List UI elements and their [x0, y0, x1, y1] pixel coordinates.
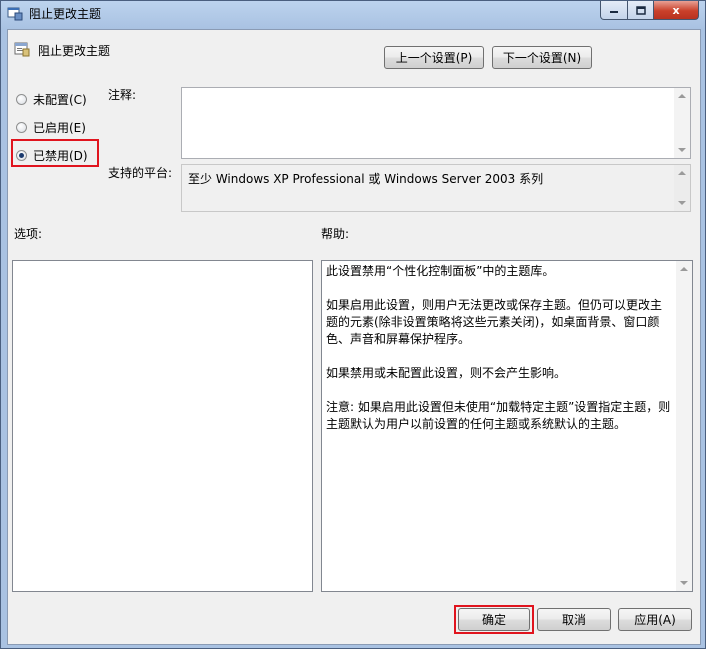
dialog-client-area: 阻止更改主题 上一个设置(P) 下一个设置(N) 未配置(C) 已启用(E) 已…: [7, 29, 701, 645]
platform-value: 至少 Windows XP Professional 或 Windows Ser…: [188, 172, 544, 186]
cancel-button[interactable]: 取消: [537, 608, 611, 631]
radio-circle[interactable]: [16, 94, 27, 105]
help-paragraph: 注意: 如果启用此设置但未使用“加载特定主题”设置指定主题，则主题默认为用户以前…: [326, 400, 671, 431]
platform-scrollbar[interactable]: [674, 165, 690, 211]
help-paragraph: 此设置禁用“个性化控制面板”中的主题库。: [326, 264, 555, 278]
radio-label: 已启用(E): [33, 121, 86, 135]
help-pane: 此设置禁用“个性化控制面板”中的主题库。 如果启用此设置，则用户无法更改或保存主…: [321, 260, 693, 592]
scroll-down-arrow-icon[interactable]: [678, 148, 686, 152]
radio-enabled[interactable]: 已启用(E): [16, 119, 86, 136]
highlight-box-disabled: [11, 139, 99, 167]
radio-not-configured[interactable]: 未配置(C): [16, 91, 87, 108]
help-label: 帮助:: [321, 227, 350, 241]
scroll-down-arrow-icon[interactable]: [680, 581, 688, 585]
comment-textarea[interactable]: [181, 87, 691, 159]
help-paragraph: 如果禁用或未配置此设置，则不会产生影响。: [326, 366, 567, 380]
policy-settings-icon: [7, 7, 23, 21]
help-text: 此设置禁用“个性化控制面板”中的主题库。 如果启用此设置，则用户无法更改或保存主…: [326, 263, 672, 450]
apply-button[interactable]: 应用(A): [618, 608, 692, 631]
scroll-up-arrow-icon[interactable]: [680, 267, 688, 271]
scroll-up-arrow-icon[interactable]: [678, 94, 686, 98]
minimize-button[interactable]: [600, 1, 628, 20]
scroll-down-arrow-icon[interactable]: [678, 201, 686, 205]
maximize-icon: [635, 5, 646, 15]
help-paragraph: 如果启用此设置，则用户无法更改或保存主题。但仍可以更改主题的元素(除非设置策略将…: [326, 298, 663, 346]
next-setting-button[interactable]: 下一个设置(N): [492, 46, 592, 69]
options-label: 选项:: [14, 227, 43, 241]
highlight-box-ok: [454, 605, 534, 634]
maximize-button[interactable]: [628, 1, 654, 20]
caption-buttons: x: [600, 1, 699, 21]
title-bar[interactable]: 阻止更改主题 x: [1, 1, 705, 25]
previous-setting-button[interactable]: 上一个设置(P): [384, 46, 484, 69]
radio-circle[interactable]: [16, 122, 27, 133]
platform-label: 支持的平台:: [108, 166, 173, 180]
policy-icon: [14, 42, 30, 57]
comment-label: 注释:: [108, 88, 137, 102]
close-icon: x: [672, 3, 680, 17]
scroll-up-arrow-icon[interactable]: [678, 171, 686, 175]
comment-scrollbar[interactable]: [674, 88, 690, 158]
options-pane: [12, 260, 313, 592]
minimize-icon: [610, 11, 618, 13]
close-button[interactable]: x: [654, 1, 699, 20]
platform-field: 至少 Windows XP Professional 或 Windows Ser…: [181, 164, 691, 212]
policy-name: 阻止更改主题: [38, 44, 111, 58]
window-title: 阻止更改主题: [29, 7, 102, 21]
policy-window: 阻止更改主题 x 阻止更改主题 上一个设置(P) 下一个设置(N) 未配置(C)…: [0, 0, 706, 649]
help-scrollbar[interactable]: [676, 261, 692, 591]
radio-label: 未配置(C): [33, 93, 87, 107]
